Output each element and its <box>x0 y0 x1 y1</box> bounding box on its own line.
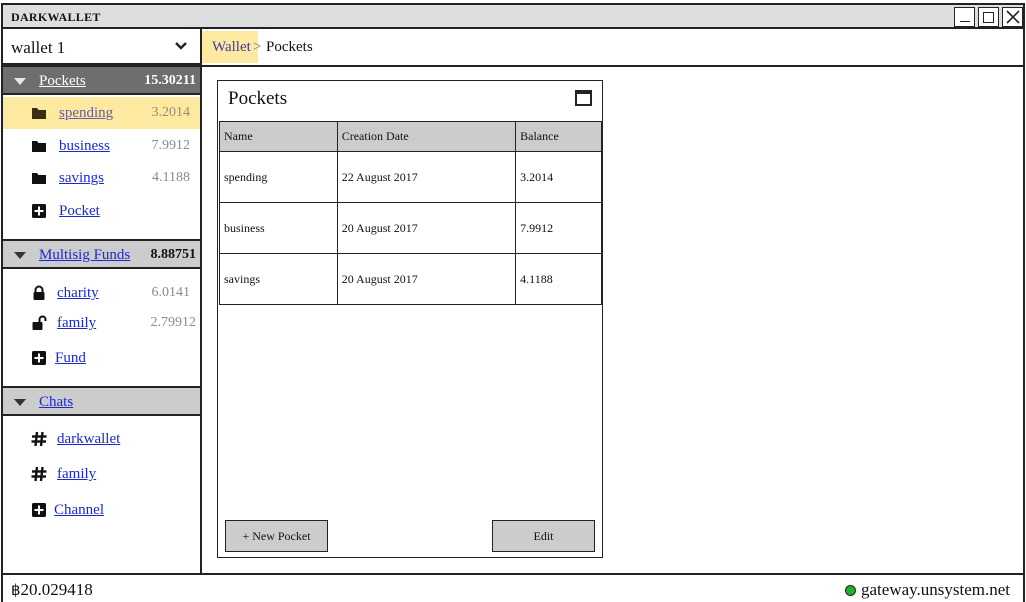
sidebar-item-label[interactable]: charity <box>57 285 99 302</box>
total-balance-value: 20.029418 <box>20 580 93 599</box>
table-cell-balance: 7.9912 <box>515 202 602 254</box>
table-cell-name: savings <box>219 253 338 305</box>
breadcrumb-separator: > <box>253 39 262 55</box>
plus-square-icon <box>32 204 46 218</box>
sidebar-item-label[interactable]: savings <box>59 170 104 187</box>
sidebar-item-savings[interactable]: savings 4.1188 <box>3 162 200 194</box>
section-chats[interactable]: Chats <box>3 386 200 416</box>
table-row[interactable]: spending 22 August 2017 3.2014 <box>219 151 602 203</box>
section-multisig[interactable]: Multisig Funds 8.88751 <box>3 239 200 269</box>
status-bar: ฿20.029418 gateway.unsystem.net <box>3 573 1023 602</box>
sidebar-item-family-fund[interactable]: family 2.79912 <box>3 307 200 339</box>
table-header-row: Name Creation Date Balance <box>219 121 602 152</box>
minimize-button[interactable] <box>954 7 975 27</box>
table-cell-balance: 3.2014 <box>515 151 602 203</box>
new-pocket-button[interactable]: + New Pocket <box>225 520 328 552</box>
sidebar-item-label[interactable]: darkwallet <box>57 431 120 448</box>
sidebar-item-charity[interactable]: charity 6.0141 <box>3 277 200 309</box>
maximize-icon <box>983 11 994 23</box>
table-row[interactable]: business 20 August 2017 7.9912 <box>219 202 602 254</box>
sidebar-item-label[interactable]: business <box>59 138 110 155</box>
sidebar-item-family-chat[interactable]: family <box>3 458 200 490</box>
sidebar-item-amount: 2.79912 <box>150 315 197 330</box>
gateway-address: gateway.unsystem.net <box>861 580 1011 599</box>
close-button[interactable] <box>1002 7 1023 27</box>
breadcrumb-wallet[interactable]: Wallet <box>202 31 258 63</box>
column-header-name[interactable]: Name <box>219 121 338 152</box>
section-pockets[interactable]: Pockets 15.30211 <box>3 65 200 95</box>
table-cell-date: 22 August 2017 <box>336 151 517 203</box>
pockets-panel: Pockets Name Creation Date Balance spend… <box>217 80 603 558</box>
add-channel-label[interactable]: Channel <box>54 502 104 519</box>
pockets-table: Name Creation Date Balance spending 22 A… <box>219 121 602 305</box>
collapse-triangle-icon[interactable] <box>14 78 26 85</box>
edit-button[interactable]: Edit <box>492 520 595 552</box>
lock-closed-icon <box>33 285 45 300</box>
add-channel-button[interactable]: Channel <box>3 494 200 526</box>
breadcrumb-current: Pockets <box>266 39 313 55</box>
sidebar-item-label[interactable]: family <box>57 466 96 483</box>
collapse-triangle-icon[interactable] <box>14 399 26 406</box>
folder-icon <box>32 108 46 119</box>
table-cell-date: 20 August 2017 <box>336 202 517 254</box>
lock-open-icon <box>32 315 47 330</box>
sidebar-item-label[interactable]: family <box>57 315 96 332</box>
close-icon <box>1005 10 1020 24</box>
panel-title: Pockets <box>228 88 288 109</box>
wallet-selector[interactable]: wallet 1 <box>3 29 200 65</box>
breadcrumb: Wallet > Pockets <box>202 29 1023 67</box>
sidebar-item-amount: 7.9912 <box>151 138 191 153</box>
table-cell-name: business <box>219 202 338 254</box>
app-title: DARKWALLET <box>11 10 101 24</box>
table-cell-balance: 4.1188 <box>515 253 602 305</box>
add-fund-button[interactable]: Fund <box>3 342 200 374</box>
folder-icon <box>32 141 46 152</box>
plus-square-icon <box>32 351 46 365</box>
sidebar-item-label[interactable]: spending <box>59 105 113 122</box>
add-fund-label[interactable]: Fund <box>55 350 86 367</box>
title-bar: DARKWALLET <box>3 5 1023 29</box>
sidebar: wallet 1 Pockets 15.30211 spending 3.201… <box>3 29 202 573</box>
breadcrumb-wallet-label[interactable]: Wallet <box>212 39 251 56</box>
sidebar-item-amount: 3.2014 <box>151 105 191 120</box>
bitcoin-icon: ฿ <box>11 581 21 599</box>
maximize-button[interactable] <box>978 7 999 27</box>
connection-status-icon <box>845 585 856 596</box>
column-header-creation-date[interactable]: Creation Date <box>336 121 517 152</box>
sidebar-item-business[interactable]: business 7.9912 <box>3 130 200 162</box>
hash-icon <box>31 431 47 447</box>
sidebar-item-amount: 6.0141 <box>151 285 191 300</box>
hash-icon <box>31 466 47 482</box>
section-multisig-label[interactable]: Multisig Funds <box>39 247 130 264</box>
section-pockets-total: 15.30211 <box>144 73 196 88</box>
sidebar-item-spending[interactable]: spending 3.2014 <box>3 97 200 129</box>
table-cell-date: 20 August 2017 <box>336 253 517 305</box>
wallet-selector-value: wallet 1 <box>11 38 66 57</box>
section-chats-label[interactable]: Chats <box>39 394 73 411</box>
maximize-panel-icon[interactable] <box>575 90 592 106</box>
section-pockets-label[interactable]: Pockets <box>39 73 86 90</box>
total-balance: ฿20.029418 <box>11 580 93 600</box>
sidebar-item-darkwallet-chat[interactable]: darkwallet <box>3 423 200 455</box>
minimize-icon <box>959 20 970 23</box>
column-header-balance[interactable]: Balance <box>515 121 602 152</box>
section-multisig-total: 8.88751 <box>150 247 197 262</box>
add-pocket-label[interactable]: Pocket <box>59 203 100 220</box>
chevron-down-icon <box>175 42 187 50</box>
folder-icon <box>32 173 46 184</box>
collapse-triangle-icon[interactable] <box>14 252 26 259</box>
table-cell-name: spending <box>219 151 338 203</box>
plus-square-icon <box>32 503 46 517</box>
add-pocket-button[interactable]: Pocket <box>3 195 200 227</box>
sidebar-item-amount: 4.1188 <box>152 170 190 185</box>
table-row[interactable]: savings 20 August 2017 4.1188 <box>219 253 602 305</box>
app-window: DARKWALLET wallet 1 Pockets 15.30211 spe… <box>1 3 1025 602</box>
